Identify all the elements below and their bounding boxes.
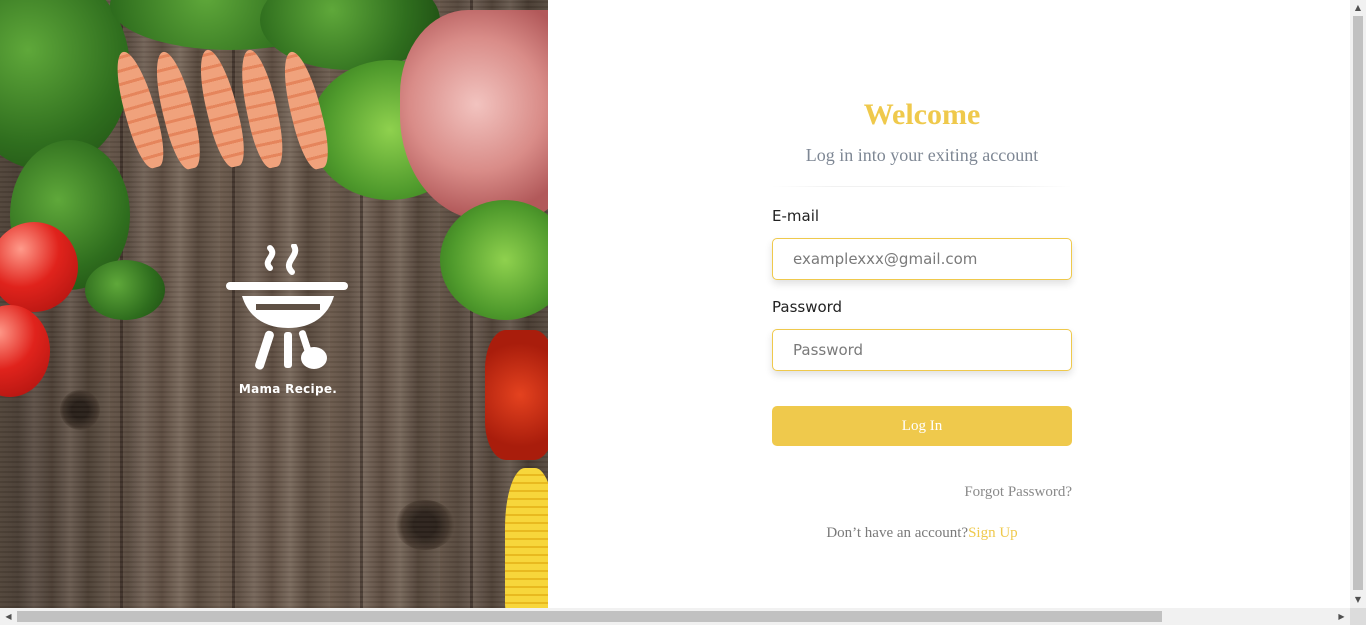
email-label: E-mail [772,207,820,225]
email-field[interactable] [772,238,1072,280]
password-field[interactable] [772,329,1072,371]
grill-icon [226,243,348,370]
triangle-left-icon[interactable]: ◀ [0,608,17,625]
page-subtitle: Log in into your exiting account [805,145,1039,165]
vertical-scroll-thumb[interactable] [1353,16,1363,590]
forgot-password-link[interactable]: Forgot Password? [772,484,1072,501]
horizontal-scrollbar[interactable]: ◀ ▶ [0,608,1350,625]
login-button[interactable]: Log In [772,406,1072,446]
signup-row: Don’t have an account?Sign Up [772,525,1072,542]
vertical-scrollbar[interactable]: ▲ ▼ [1350,0,1366,608]
password-label: Password [772,298,843,316]
divider [772,186,1072,187]
triangle-right-icon[interactable]: ▶ [1333,608,1350,625]
triangle-up-icon[interactable]: ▲ [1350,0,1366,16]
page-title: Welcome [863,98,981,131]
no-account-text: Don’t have an account? [826,525,969,541]
signup-link[interactable]: Sign Up [968,525,1018,541]
hero-image: Mama Recipe. [0,0,548,608]
scrollbar-corner [1350,608,1366,625]
horizontal-scroll-thumb[interactable] [17,611,1162,622]
brand-name: Mama Recipe. [238,382,338,396]
brand-logo: Mama Recipe. [220,243,356,404]
login-panel: Welcome Log in into your exiting account… [548,0,1350,608]
triangle-down-icon[interactable]: ▼ [1350,592,1366,608]
